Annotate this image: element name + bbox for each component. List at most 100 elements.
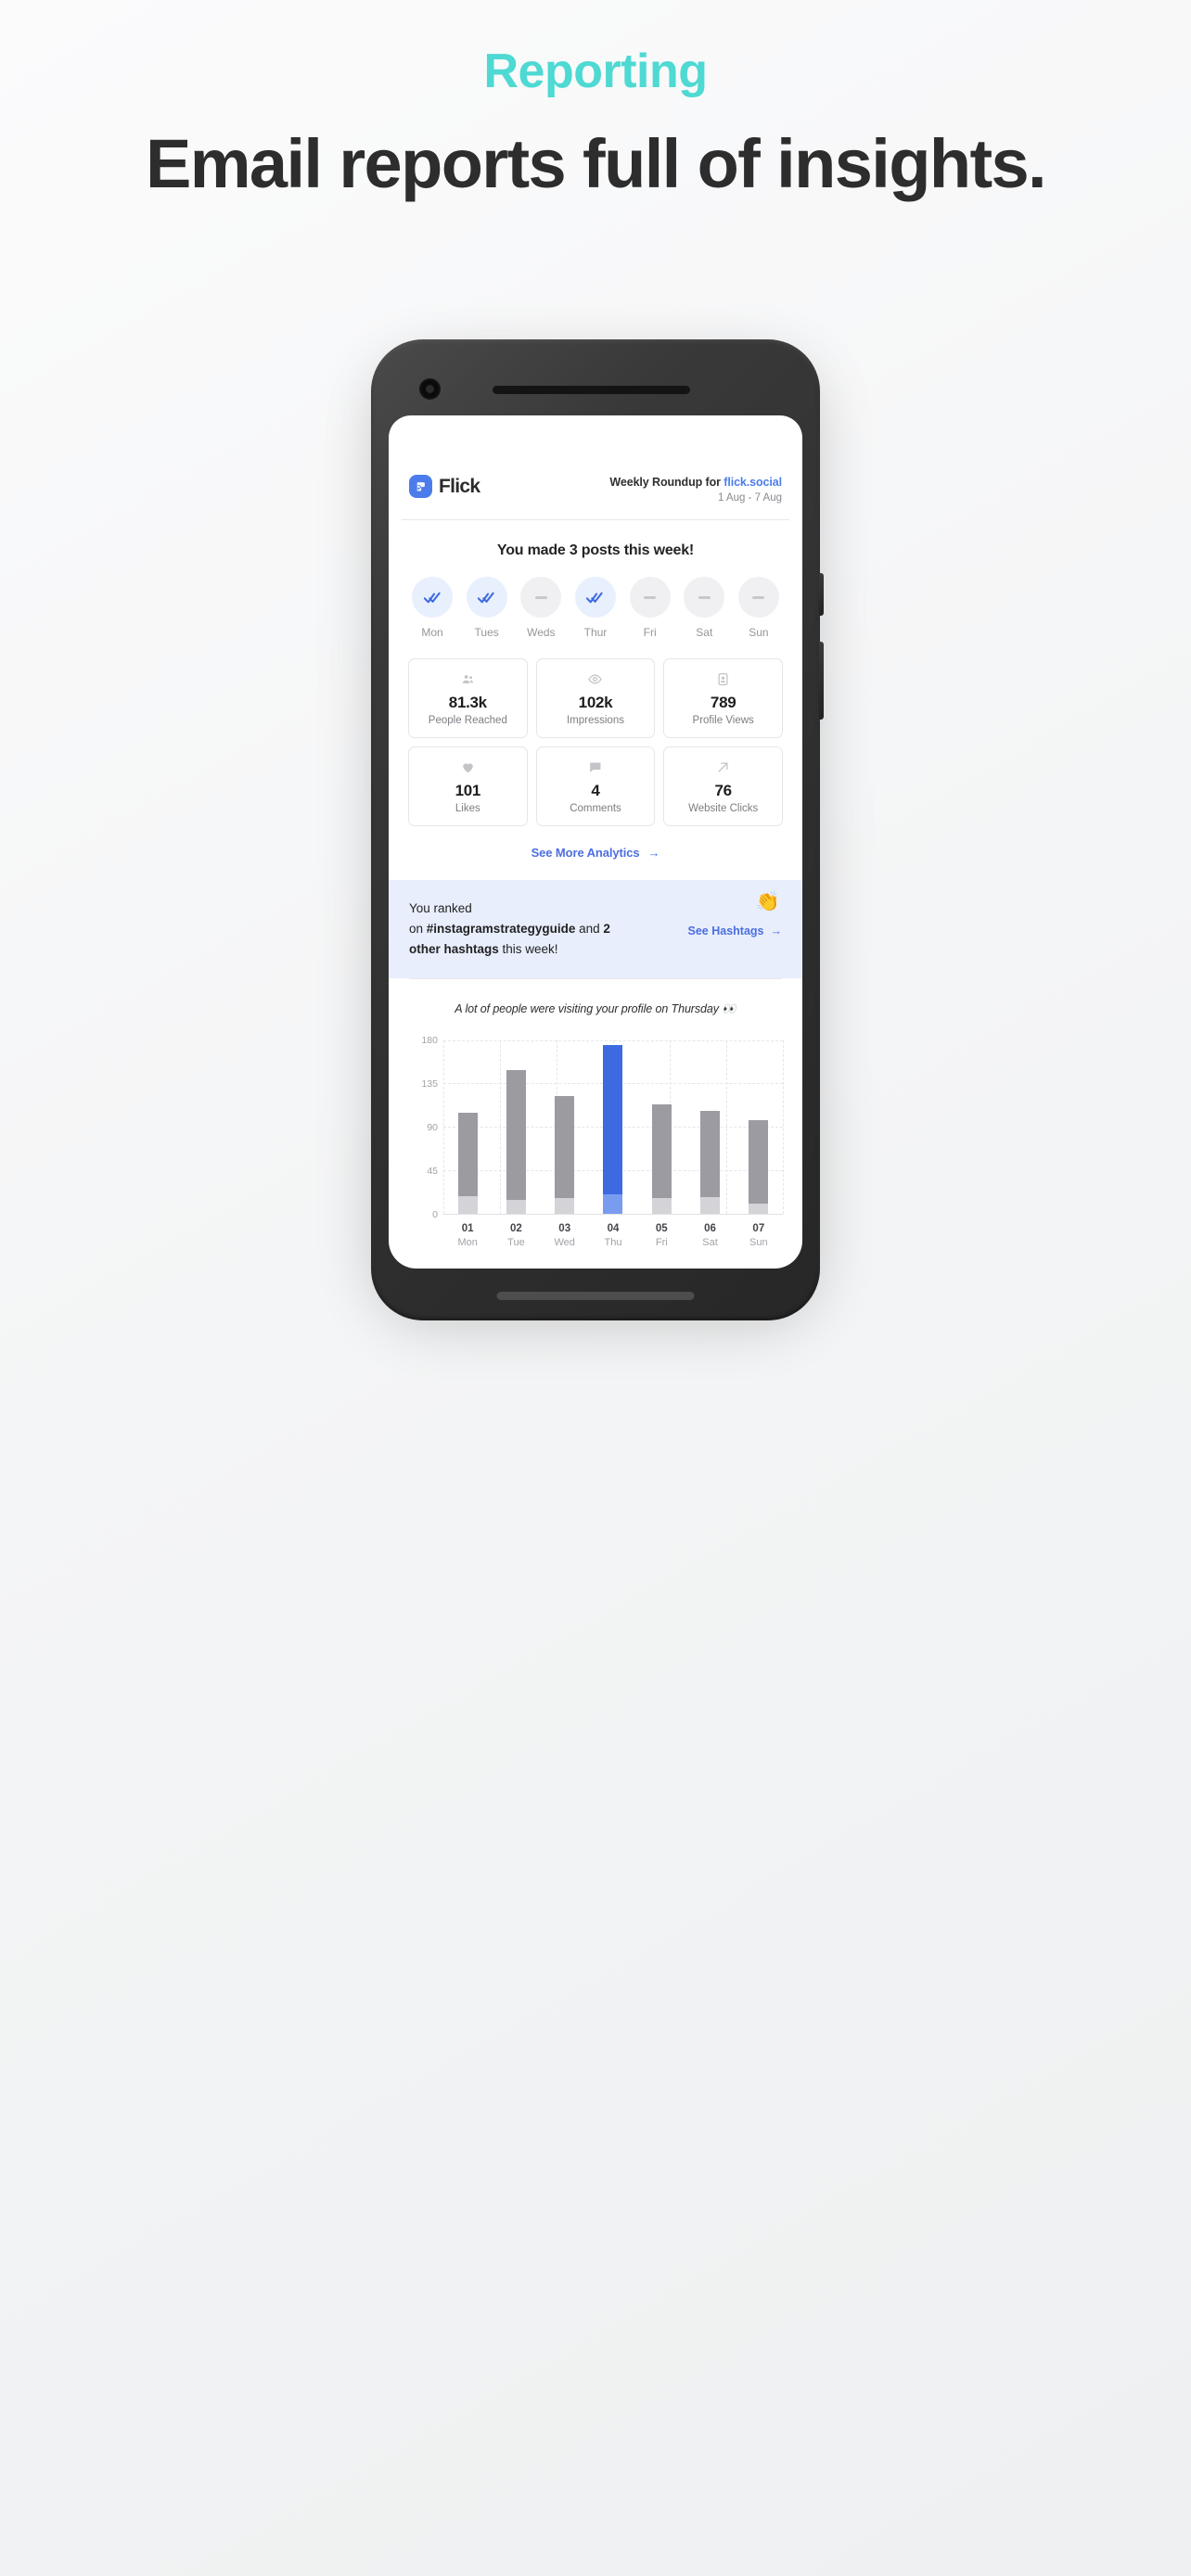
double-check-icon bbox=[466, 577, 507, 618]
hashtag-line3-bold: other hashtags bbox=[409, 941, 499, 956]
bar-base-segment bbox=[555, 1197, 575, 1214]
y-axis: 180 135 90 45 0 bbox=[408, 1035, 438, 1220]
x-day: Sun bbox=[749, 1236, 768, 1248]
bar-base-segment bbox=[700, 1196, 721, 1214]
x-day: Mon bbox=[457, 1236, 478, 1248]
double-check-icon bbox=[574, 577, 616, 618]
bar-top-segment bbox=[555, 1095, 575, 1198]
day-item-fri[interactable]: Fri bbox=[626, 577, 674, 639]
bar-07 bbox=[749, 1119, 769, 1214]
day-item-sun[interactable]: Sun bbox=[735, 577, 783, 639]
x-num: 02 bbox=[510, 1222, 522, 1234]
stat-value: 102k bbox=[578, 694, 613, 711]
chart-section: A lot of people were visiting your profi… bbox=[402, 977, 789, 1248]
dash-icon bbox=[629, 577, 671, 618]
day-label: Sun bbox=[749, 626, 769, 639]
bar-column bbox=[738, 1040, 779, 1214]
bar-column bbox=[690, 1040, 731, 1214]
bar-column bbox=[447, 1040, 488, 1214]
eye-icon bbox=[541, 671, 651, 687]
brand: Flick bbox=[409, 475, 480, 498]
email-header: Flick Weekly Roundup for flick.social 1 … bbox=[402, 415, 789, 520]
day-item-tues[interactable]: Tues bbox=[463, 577, 511, 639]
stat-label: Profile Views bbox=[692, 715, 754, 726]
stat-label: People Reached bbox=[428, 715, 507, 726]
stat-value: 81.3k bbox=[448, 694, 487, 711]
day-item-mon[interactable]: Mon bbox=[408, 577, 456, 639]
y-tick: 90 bbox=[427, 1121, 438, 1133]
bar-top-segment bbox=[651, 1104, 672, 1198]
dash-icon bbox=[737, 577, 779, 618]
stats-grid: 81.3k People Reached 102k Impressions 78… bbox=[402, 639, 789, 826]
stat-value: 101 bbox=[455, 782, 481, 799]
bar-top-segment bbox=[506, 1069, 526, 1201]
stat-card-impressions[interactable]: 102k Impressions bbox=[535, 658, 656, 738]
stat-label: Website Clicks bbox=[688, 803, 759, 814]
hashtag-line1: You ranked bbox=[409, 901, 472, 915]
chart-caption: A lot of people were visiting your profi… bbox=[455, 1001, 736, 1015]
bar-01 bbox=[457, 1112, 478, 1214]
dash-icon bbox=[520, 577, 562, 618]
day-item-thur[interactable]: Thur bbox=[571, 577, 620, 639]
x-num: 03 bbox=[558, 1222, 571, 1234]
stat-value: 76 bbox=[714, 782, 733, 799]
brand-name: Flick bbox=[439, 475, 480, 497]
day-label: Mon bbox=[421, 626, 443, 639]
posting-days-row: Mon Tues Weds Thur Fri Sat Sun bbox=[402, 559, 789, 639]
stat-card-likes[interactable]: 101 Likes bbox=[408, 746, 528, 826]
x-tick-07: 07 Sun bbox=[738, 1223, 779, 1248]
x-day: Sat bbox=[702, 1236, 718, 1248]
hero-section: Reporting Email reports full of insights… bbox=[0, 0, 1191, 209]
x-axis: 01 Mon 02 Tue 03 Wed 04 Thu 05 Fri 06 Sa… bbox=[443, 1215, 783, 1248]
see-more-analytics-link[interactable]: See More Analytics → bbox=[402, 826, 789, 860]
hashtag-name: #instagramstrategyguide bbox=[426, 921, 576, 936]
x-num: 06 bbox=[704, 1222, 716, 1234]
bar-top-segment bbox=[603, 1044, 623, 1194]
phone-side-button-power[interactable] bbox=[819, 642, 824, 720]
day-label: Fri bbox=[643, 626, 657, 639]
bar-column bbox=[593, 1040, 634, 1214]
dash-icon bbox=[684, 577, 725, 618]
day-item-sat[interactable]: Sat bbox=[680, 577, 728, 639]
stat-card-comments[interactable]: 4 Comments bbox=[535, 746, 656, 826]
plot-area bbox=[443, 1039, 784, 1215]
date-range: 1 Aug - 7 Aug bbox=[717, 492, 782, 504]
x-tick-02: 02 Tue bbox=[495, 1223, 536, 1248]
contact-card-icon bbox=[668, 671, 778, 687]
page-title: Email reports full of insights. bbox=[145, 124, 1047, 202]
stat-value: 4 bbox=[591, 782, 600, 799]
see-hashtags-link[interactable]: See Hashtags → bbox=[688, 925, 782, 937]
bar-02 bbox=[506, 1069, 526, 1214]
bar-top-segment bbox=[700, 1111, 721, 1197]
phone-body: Flick Weekly Roundup for flick.social 1 … bbox=[371, 339, 820, 1320]
arrow-right-icon: → bbox=[770, 925, 783, 937]
profile-views-bar-chart: 180 135 90 45 0 01 Mon 02 Tue 03 Wed 04 … bbox=[408, 1035, 784, 1248]
gridline bbox=[783, 1039, 784, 1214]
hashtag-rank-text: You ranked on #instagramstrategyguide an… bbox=[409, 899, 610, 960]
roundup-title: Weekly Roundup for flick.social bbox=[609, 476, 782, 489]
hashtag-count: 2 bbox=[603, 921, 610, 936]
front-camera-icon bbox=[421, 380, 439, 398]
roundup-handle[interactable]: flick.social bbox=[724, 476, 782, 489]
day-item-weds[interactable]: Weds bbox=[517, 577, 565, 639]
hashtag-rank-panel: You ranked on #instagramstrategyguide an… bbox=[389, 880, 802, 978]
day-label: Thur bbox=[583, 626, 608, 639]
stat-card-people-reached[interactable]: 81.3k People Reached bbox=[408, 658, 528, 738]
clapping-hands-emoji-icon: 👏 bbox=[755, 891, 780, 912]
bar-base-segment bbox=[651, 1197, 672, 1214]
day-label: Weds bbox=[527, 626, 556, 639]
x-day: Wed bbox=[554, 1236, 575, 1248]
double-check-icon bbox=[412, 577, 453, 618]
stat-card-website-clicks[interactable]: 76 Website Clicks bbox=[663, 746, 783, 826]
bar-group bbox=[443, 1040, 783, 1214]
bar-base-segment bbox=[506, 1200, 526, 1214]
stat-label: Comments bbox=[570, 803, 621, 814]
hashtag-panel-right: 👏 See Hashtags → bbox=[688, 891, 782, 939]
see-hashtags-label: See Hashtags bbox=[687, 925, 764, 937]
hashtag-line2-mid: and bbox=[575, 921, 604, 936]
x-tick-05: 05 Fri bbox=[641, 1223, 682, 1248]
phone-side-button-volume[interactable] bbox=[819, 573, 824, 616]
stat-card-profile-views[interactable]: 789 Profile Views bbox=[663, 658, 783, 738]
bar-column bbox=[641, 1040, 682, 1214]
bar-column bbox=[544, 1040, 585, 1214]
